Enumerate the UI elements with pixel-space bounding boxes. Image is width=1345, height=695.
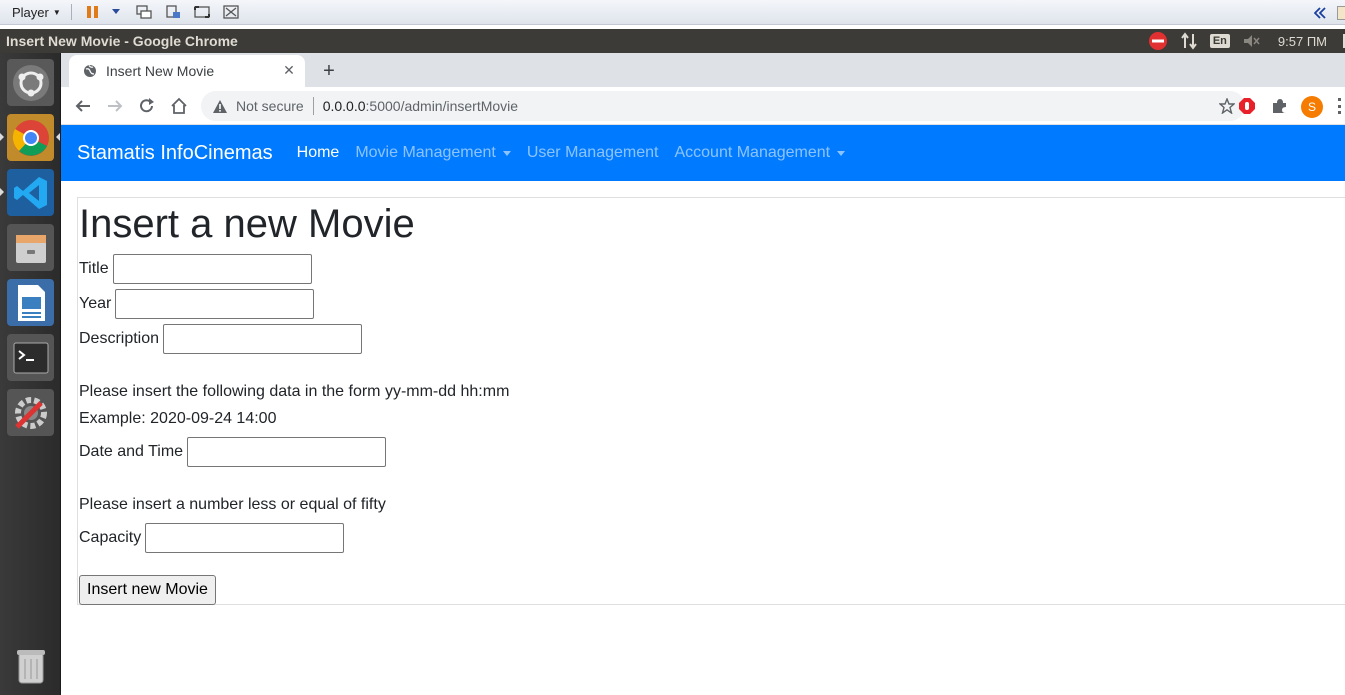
vscode-icon[interactable] [7, 169, 54, 216]
nav-home[interactable]: Home [297, 144, 340, 162]
nav-account-management[interactable]: Account Management [674, 144, 846, 162]
security-label[interactable]: Not secure [236, 98, 304, 114]
chrome-icon[interactable] [7, 114, 54, 161]
profile-avatar[interactable]: S [1301, 96, 1323, 118]
year-row: Year [79, 289, 315, 319]
site-navbar: Stamatis InfoCinemas Home Movie Manageme… [61, 125, 1345, 181]
toolbar-divider [70, 4, 72, 20]
double-chevron-left-icon[interactable] [1309, 4, 1331, 22]
nav-movie-management-label: Movie Management [355, 144, 496, 161]
year-input[interactable] [115, 289, 315, 319]
keyboard-layout-label: En [1209, 34, 1230, 48]
caret-down-icon [502, 150, 511, 156]
fit-guest-icon[interactable] [191, 3, 213, 21]
library-icon[interactable] [1337, 5, 1345, 20]
vm-player-toolbar: Player ▼ [0, 0, 1345, 25]
system-settings-icon[interactable] [7, 389, 54, 436]
dash-home-icon[interactable] [7, 59, 54, 106]
back-icon[interactable] [71, 94, 95, 118]
player-menu-label: Player [12, 4, 49, 20]
removable-devices-icon[interactable] [162, 3, 184, 21]
running-app-indicator [0, 188, 4, 196]
trash-icon[interactable] [7, 643, 54, 690]
date-example: Example: 2020-09-24 14:00 [79, 410, 277, 427]
terminal-icon[interactable] [7, 334, 54, 381]
description-row: Description [79, 324, 363, 354]
date-format-note: Please insert the following data in the … [79, 383, 510, 400]
capacity-label: Capacity [79, 529, 142, 546]
title-row: Title [79, 254, 312, 284]
datetime-row: Date and Time [79, 437, 387, 467]
nav-user-management[interactable]: User Management [527, 144, 659, 162]
title-input[interactable] [112, 254, 312, 284]
new-tab-button[interactable]: + [317, 59, 341, 83]
bookmark-star-icon[interactable] [1219, 98, 1235, 114]
capacity-input[interactable] [145, 523, 345, 553]
files-icon[interactable] [7, 224, 54, 271]
player-menu[interactable]: Player ▼ [0, 0, 61, 25]
page-title: Insert a new Movie [79, 202, 415, 246]
nav-account-management-label: Account Management [674, 144, 831, 161]
system-indicators: En 9:57 ПМ [1136, 29, 1345, 53]
tab-insert-new-movie[interactable]: Insert New Movie ✕ [69, 55, 305, 87]
adblock-extension-icon[interactable] [1237, 96, 1257, 116]
web-page: Stamatis InfoCinemas Home Movie Manageme… [61, 125, 1345, 695]
warning-icon[interactable] [212, 98, 228, 114]
tab-strip: Insert New Movie ✕ + [61, 53, 1345, 87]
caret-down-icon [837, 150, 846, 156]
insert-movie-form: Insert a new Movie Title Year Descriptio… [77, 197, 1345, 605]
forward-icon[interactable] [103, 94, 127, 118]
nav-movie-management[interactable]: Movie Management [355, 144, 511, 162]
app-launcher [0, 53, 61, 695]
url-path: :5000/admin/insertMovie [365, 98, 519, 114]
reload-icon[interactable] [135, 94, 159, 118]
os-top-panel: Insert New Movie - Google Chrome En 9:57… [0, 29, 1345, 53]
chevron-down-icon[interactable] [111, 3, 121, 21]
focused-app-indicator [56, 133, 60, 141]
close-icon[interactable]: ✕ [281, 63, 297, 79]
pause-icon[interactable] [82, 3, 104, 21]
site-brand[interactable]: Stamatis InfoCinemas [77, 142, 273, 165]
capacity-note: Please insert a number less or equal of … [79, 496, 386, 513]
address-bar[interactable]: Not secure 0.0.0.0 :5000/admin/insertMov… [201, 91, 1245, 121]
send-ctrl-alt-del-icon[interactable] [133, 3, 155, 21]
player-bar-right [1309, 0, 1345, 25]
no-entry-icon[interactable] [1148, 31, 1168, 51]
browser-toolbar: Not secure 0.0.0.0 :5000/admin/insertMov… [61, 87, 1345, 125]
omnibox-divider [312, 97, 314, 115]
globe-icon [82, 63, 98, 79]
insert-movie-button[interactable]: Insert new Movie [79, 575, 216, 605]
unity-mode-icon[interactable] [220, 3, 242, 21]
description-label: Description [79, 330, 160, 347]
datetime-label: Date and Time [79, 443, 184, 460]
menu-dots-icon[interactable] [1333, 96, 1345, 116]
description-input[interactable] [163, 324, 363, 354]
libreoffice-impress-icon[interactable] [7, 279, 54, 326]
url-host: 0.0.0.0 [322, 98, 366, 114]
extensions-puzzle-icon[interactable] [1269, 96, 1289, 116]
title-label: Title [79, 260, 109, 277]
browser-window: Insert New Movie ✕ + Not secure 0.0.0.0 … [61, 53, 1345, 695]
capacity-row: Capacity [79, 523, 345, 553]
volume-muted-icon[interactable] [1242, 33, 1260, 49]
active-app-indicator [0, 133, 4, 141]
chevron-down-icon: ▼ [52, 7, 61, 17]
tab-title: Insert New Movie [106, 63, 215, 79]
keyboard-layout-indicator[interactable]: En [1209, 34, 1230, 48]
window-title: Insert New Movie - Google Chrome [6, 33, 238, 49]
clock[interactable]: 9:57 ПМ [1278, 34, 1327, 49]
year-label: Year [79, 295, 112, 312]
datetime-input[interactable] [187, 437, 387, 467]
network-icon[interactable] [1180, 32, 1198, 50]
home-icon[interactable] [167, 94, 191, 118]
